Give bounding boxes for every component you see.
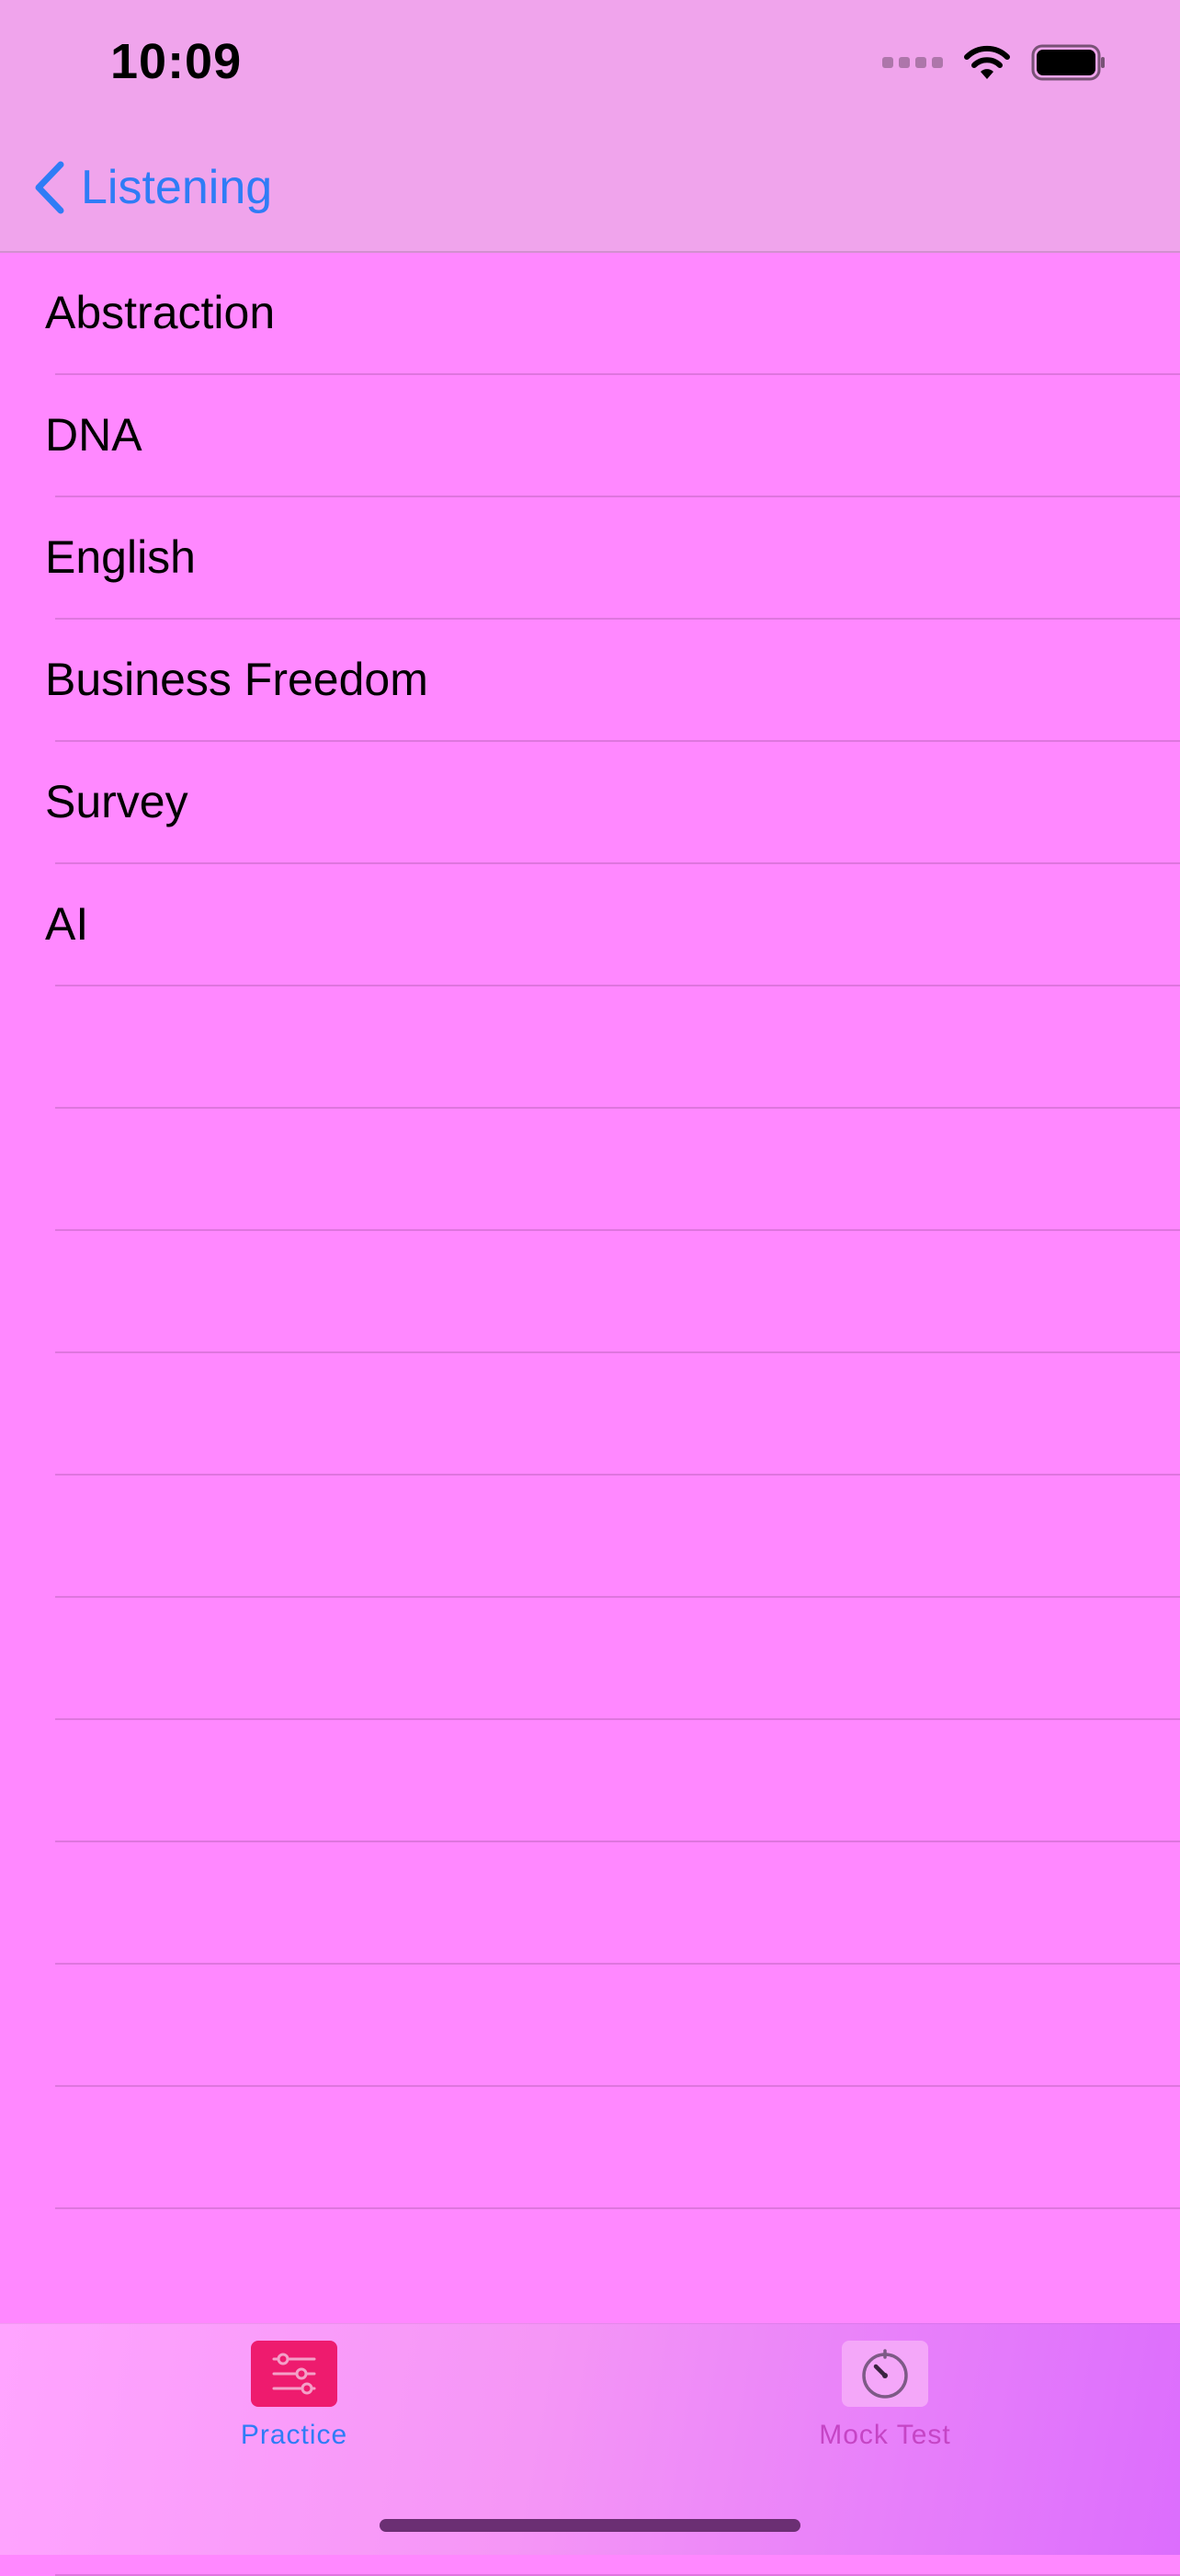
list-item-english[interactable]: English (45, 497, 1180, 620)
back-button-label: Listening (81, 161, 273, 214)
topic-list: Abstraction DNA English Business Freedom… (0, 253, 1180, 2576)
wifi-icon (963, 44, 1011, 81)
list-item-label: Survey (45, 776, 188, 827)
empty-row (55, 1231, 1180, 1353)
empty-row (55, 1598, 1180, 1720)
status-indicators (882, 44, 1106, 81)
empty-row (55, 1965, 1180, 2087)
tab-mock-test-label: Mock Test (819, 2420, 951, 2450)
list-item-business-freedom[interactable]: Business Freedom (45, 620, 1180, 742)
empty-row (55, 1109, 1180, 1231)
back-button[interactable]: Listening (33, 160, 272, 215)
navigation-header: 10:09 Listening (0, 0, 1180, 253)
tab-practice[interactable]: Practice (156, 2341, 432, 2451)
cellular-signal-icon (882, 57, 943, 68)
list-item-abstraction[interactable]: Abstraction (45, 253, 1180, 375)
sliders-icon (251, 2341, 337, 2407)
empty-row (55, 2087, 1180, 2209)
list-item-label: Business Freedom (45, 654, 428, 705)
list-item-ai[interactable]: AI (45, 864, 1180, 986)
home-indicator (380, 2519, 800, 2532)
list-item-survey[interactable]: Survey (45, 742, 1180, 864)
list-item-label: Abstraction (45, 287, 276, 338)
empty-row (55, 2209, 1180, 2331)
list-item-dna[interactable]: DNA (45, 375, 1180, 497)
status-time: 10:09 (110, 34, 243, 89)
empty-row (55, 1353, 1180, 1476)
empty-row (55, 986, 1180, 1109)
battery-icon (1031, 44, 1106, 81)
list-item-label: AI (45, 898, 89, 950)
tab-mock-test[interactable]: Mock Test (747, 2341, 1023, 2451)
timer-icon (842, 2341, 928, 2407)
list-item-label: English (45, 531, 196, 583)
empty-row (55, 1720, 1180, 1842)
chevron-left-icon (33, 161, 66, 214)
empty-row (55, 1842, 1180, 1965)
empty-row (55, 1476, 1180, 1598)
list-item-label: DNA (45, 409, 142, 461)
tab-practice-label: Practice (240, 2420, 348, 2450)
